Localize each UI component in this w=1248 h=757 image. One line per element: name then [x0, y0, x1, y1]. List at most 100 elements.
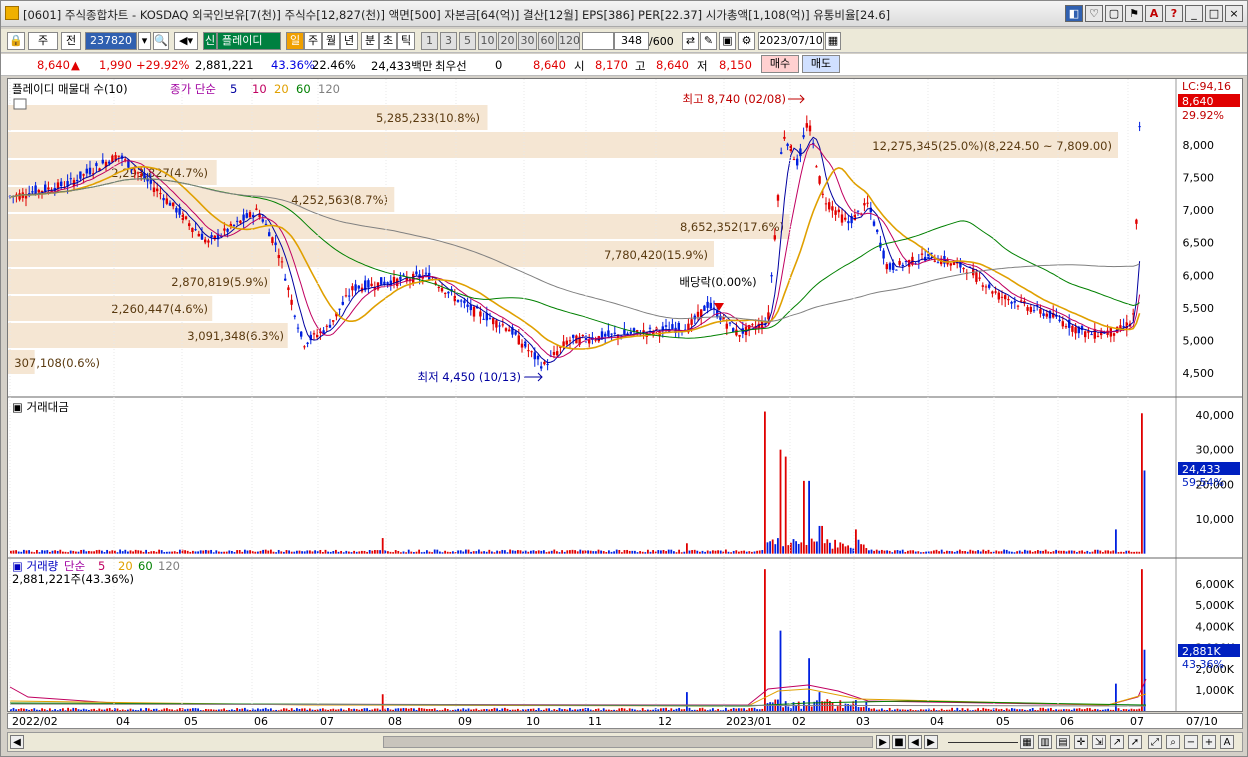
interval-120[interactable]: 120 [558, 32, 580, 50]
speaker-icon[interactable]: ◀▾ [174, 32, 198, 50]
interval-3[interactable]: 3 [440, 32, 457, 50]
volume-bar [1034, 709, 1037, 712]
chart-scrollbar[interactable]: ◀ ▶ ■ ◀ ▶ ▦ ▥ ▤ ✛ ⇲ ↗ ➚ ⤢ ⌕ − + A [7, 732, 1243, 752]
help-icon[interactable]: ? [1165, 5, 1183, 22]
interval-30[interactable]: 30 [518, 32, 537, 50]
amount-bar [792, 539, 795, 554]
marker-icon[interactable]: ⇲ [1092, 735, 1106, 749]
save-icon[interactable]: ▣ [719, 32, 736, 50]
volume-bar [28, 709, 30, 712]
interval-10[interactable]: 10 [478, 32, 497, 50]
link-icon[interactable]: ◧ [1065, 5, 1083, 22]
font-icon[interactable]: A [1145, 5, 1163, 22]
code-dropdown-icon[interactable]: ▾ [138, 32, 151, 50]
lock-icon[interactable]: 🔒 [7, 32, 25, 50]
scroll-play-icon[interactable]: ▶ [924, 735, 938, 749]
volume-bar [366, 708, 368, 712]
period-tab-month[interactable]: 월 [322, 32, 340, 50]
volume-bar [951, 707, 953, 712]
favorite-icon[interactable]: ♡ [1085, 5, 1103, 22]
scroll-end-icon[interactable]: ■ [892, 735, 906, 749]
volume-bar [602, 708, 605, 712]
minimize-button[interactable]: _ [1185, 5, 1203, 22]
price-candle [188, 223, 191, 227]
crosshair-icon[interactable]: ✛ [1074, 735, 1088, 749]
period-tab-minute[interactable]: 분 [361, 32, 379, 50]
amount-bar [595, 551, 597, 554]
chart-svg[interactable]: 5,285,233(10.8%) 12,275,345(25.0%)(8,224.… [8, 79, 1242, 712]
volume-bar [465, 709, 467, 712]
amount-bar [262, 549, 264, 554]
amount-bar [860, 544, 862, 554]
volume-bar [511, 709, 514, 712]
zoom-out-icon[interactable]: − [1184, 735, 1198, 749]
amount-bar [530, 550, 532, 554]
interval-60[interactable]: 60 [538, 32, 557, 50]
zoom-slider[interactable] [948, 742, 1018, 743]
table-icon[interactable] [13, 98, 27, 110]
volume-bar [805, 705, 808, 712]
amount-bar [933, 550, 935, 554]
trend-icon[interactable]: ↗ [1110, 735, 1124, 749]
flag-icon[interactable]: ⚑ [1125, 5, 1143, 22]
close-button[interactable]: × [1225, 5, 1243, 22]
code-input[interactable]: 237820 [85, 32, 137, 50]
buy-button[interactable]: 매수 [761, 55, 799, 73]
scroll-stop-icon[interactable]: ◀ [908, 735, 922, 749]
interval-5[interactable]: 5 [459, 32, 476, 50]
period-tab-year[interactable]: 년 [340, 32, 358, 50]
volume-bar [249, 710, 251, 712]
calendar-icon[interactable]: ▦ [825, 32, 841, 50]
volume-bar [1117, 708, 1120, 712]
tools-icon[interactable]: ✎ [700, 32, 717, 50]
period-tab-week[interactable]: 주 [304, 32, 322, 50]
amount-bar [1120, 551, 1122, 554]
price-candle [815, 166, 818, 168]
search-icon[interactable]: 🔍 [153, 32, 169, 50]
scroll-left-icon[interactable]: ◀ [10, 735, 24, 749]
volume-bar [548, 708, 550, 712]
amount-bar [813, 541, 816, 554]
interval-20[interactable]: 20 [498, 32, 517, 50]
text-tool-icon[interactable]: A [1220, 735, 1234, 749]
chart-area[interactable]: 5,285,233(10.8%) 12,275,345(25.0%)(8,224.… [7, 78, 1243, 712]
period-tab-tick[interactable]: 틱 [397, 32, 415, 50]
maximize-button[interactable]: □ [1205, 5, 1223, 22]
split-icon[interactable]: ▥ [1038, 735, 1052, 749]
arrow-icon[interactable]: ➚ [1128, 735, 1142, 749]
amount-bar [418, 549, 420, 554]
period-tab-second[interactable]: 초 [379, 32, 397, 50]
prev-button[interactable]: 전 [61, 32, 81, 50]
count-input[interactable]: 348 [614, 32, 649, 50]
zoom-fit-icon[interactable]: ⤢ [1148, 735, 1162, 749]
volume-bar [254, 709, 257, 712]
price-candle [837, 209, 840, 213]
magnifier-icon[interactable]: ⌕ [1166, 735, 1180, 749]
volume-bar [920, 709, 922, 712]
price-candle [818, 176, 821, 184]
volume-bar [168, 709, 171, 712]
interval-input[interactable] [582, 32, 614, 50]
price-candle [162, 197, 165, 201]
amount-bar [873, 550, 875, 554]
sell-button[interactable]: 매도 [802, 55, 840, 73]
layout-icon[interactable]: ▦ [1020, 735, 1034, 749]
volume-bar [756, 709, 758, 712]
scroll-right-icon[interactable]: ▶ [876, 735, 890, 749]
date-input[interactable]: 2023/07/10 [758, 32, 824, 50]
interval-1[interactable]: 1 [421, 32, 438, 50]
amount-bar [433, 549, 436, 554]
grid-icon[interactable]: ▤ [1056, 735, 1070, 749]
amount-bar [1003, 549, 1005, 554]
amount-bar [33, 552, 36, 554]
zoom-icon[interactable]: ⇄ [682, 32, 699, 50]
market-select[interactable]: 주 [28, 32, 58, 50]
scroll-thumb[interactable] [383, 736, 873, 748]
volume-bar [1099, 709, 1102, 712]
volume-bar [329, 709, 332, 712]
volume-y-tick: 4,000K [1195, 620, 1234, 633]
window-icon[interactable]: ▢ [1105, 5, 1123, 22]
period-tab-day[interactable]: 일 [286, 32, 304, 50]
zoom-in-icon[interactable]: + [1202, 735, 1216, 749]
settings-icon[interactable]: ⚙ [738, 32, 755, 50]
